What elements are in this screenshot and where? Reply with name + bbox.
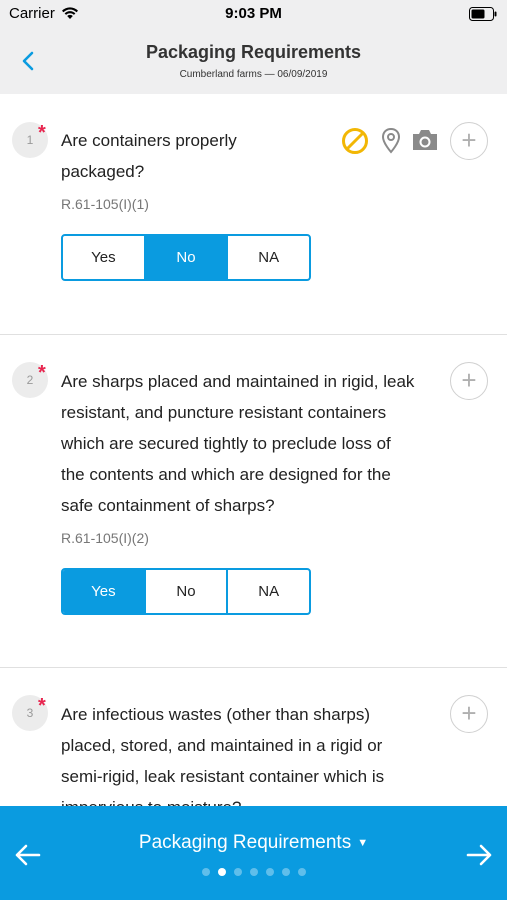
question-text: Are containers properly packaged? — [61, 125, 237, 187]
nav-header: Packaging Requirements Cumberland farms … — [0, 30, 507, 94]
page-dot — [249, 868, 258, 876]
question-text-line: safe containment of sharps? — [61, 496, 275, 515]
question-text-line: Are sharps placed and maintained in rigi… — [61, 372, 415, 391]
question-text-line: Are containers properly — [61, 131, 237, 150]
answer-no-button[interactable]: No — [145, 236, 229, 279]
page-dot — [265, 868, 274, 876]
bottom-navigation-bar: Packaging Requirements ▼ — [0, 806, 507, 900]
page-dot — [201, 868, 210, 876]
page-indicator — [0, 868, 507, 876]
question-text: Are infectious wastes (other than sharps… — [61, 699, 384, 806]
answer-segmented-control: Yes No NA — [61, 234, 311, 281]
answer-yes-button[interactable]: Yes — [63, 570, 146, 613]
question-text-line: the contents and which are designed for … — [61, 465, 391, 484]
answer-no-button[interactable]: No — [146, 570, 229, 613]
answer-yes-button[interactable]: Yes — [63, 236, 146, 279]
caret-down-icon: ▼ — [357, 836, 369, 849]
page-dot — [217, 868, 226, 876]
page-dot — [281, 868, 290, 876]
location-pin-icon[interactable] — [380, 127, 402, 155]
question-reference: R.61-105(I)(2) — [61, 530, 149, 546]
required-marker: * — [38, 122, 46, 144]
arrow-right-icon — [466, 844, 492, 866]
status-time: 9:03 PM — [225, 5, 282, 22]
question-reference: R.61-105(I)(1) — [61, 196, 149, 212]
divider — [0, 667, 507, 668]
status-bar: Carrier 9:03 PM — [0, 0, 507, 30]
answer-na-button[interactable]: NA — [228, 570, 309, 613]
required-marker: * — [38, 695, 46, 717]
page-dot — [233, 868, 242, 876]
page-subtitle: Cumberland farms — 06/09/2019 — [179, 69, 328, 80]
answer-na-button[interactable]: NA — [228, 236, 309, 279]
page-title: Packaging Requirements — [145, 42, 362, 62]
camera-icon[interactable] — [411, 128, 439, 152]
add-button[interactable]: + — [450, 122, 488, 160]
section-title: Packaging Requirements — [138, 832, 352, 853]
prohibited-icon[interactable] — [340, 126, 370, 156]
answer-segmented-control: Yes No NA — [61, 568, 311, 615]
section-picker[interactable]: Packaging Requirements ▼ — [0, 832, 507, 854]
question-text: Are sharps placed and maintained in rigi… — [61, 366, 414, 521]
add-button[interactable]: + — [450, 695, 488, 733]
battery-icon — [469, 7, 497, 26]
questions-list[interactable]: 1 * Are containers properly packaged? R.… — [0, 94, 507, 806]
question-text-line: packaged? — [61, 162, 145, 181]
required-marker: * — [38, 362, 46, 384]
question-text-line: Are infectious wastes (other than sharps… — [61, 705, 370, 724]
question-text-line: semi-rigid, leak resistant container whi… — [61, 767, 385, 786]
next-section-button[interactable] — [464, 840, 494, 870]
question-text-line: resistant, and puncture resistant contai… — [61, 403, 387, 422]
add-button[interactable]: + — [450, 362, 488, 400]
divider — [0, 334, 507, 335]
question-text-line: placed, stored, and maintained in a rigi… — [61, 736, 383, 755]
question-text-line: which are secured tightly to preclude lo… — [61, 434, 391, 453]
question-actions — [340, 126, 440, 158]
page-dot — [297, 868, 306, 876]
question-text-line: impervious to moisture? — [61, 792, 384, 806]
